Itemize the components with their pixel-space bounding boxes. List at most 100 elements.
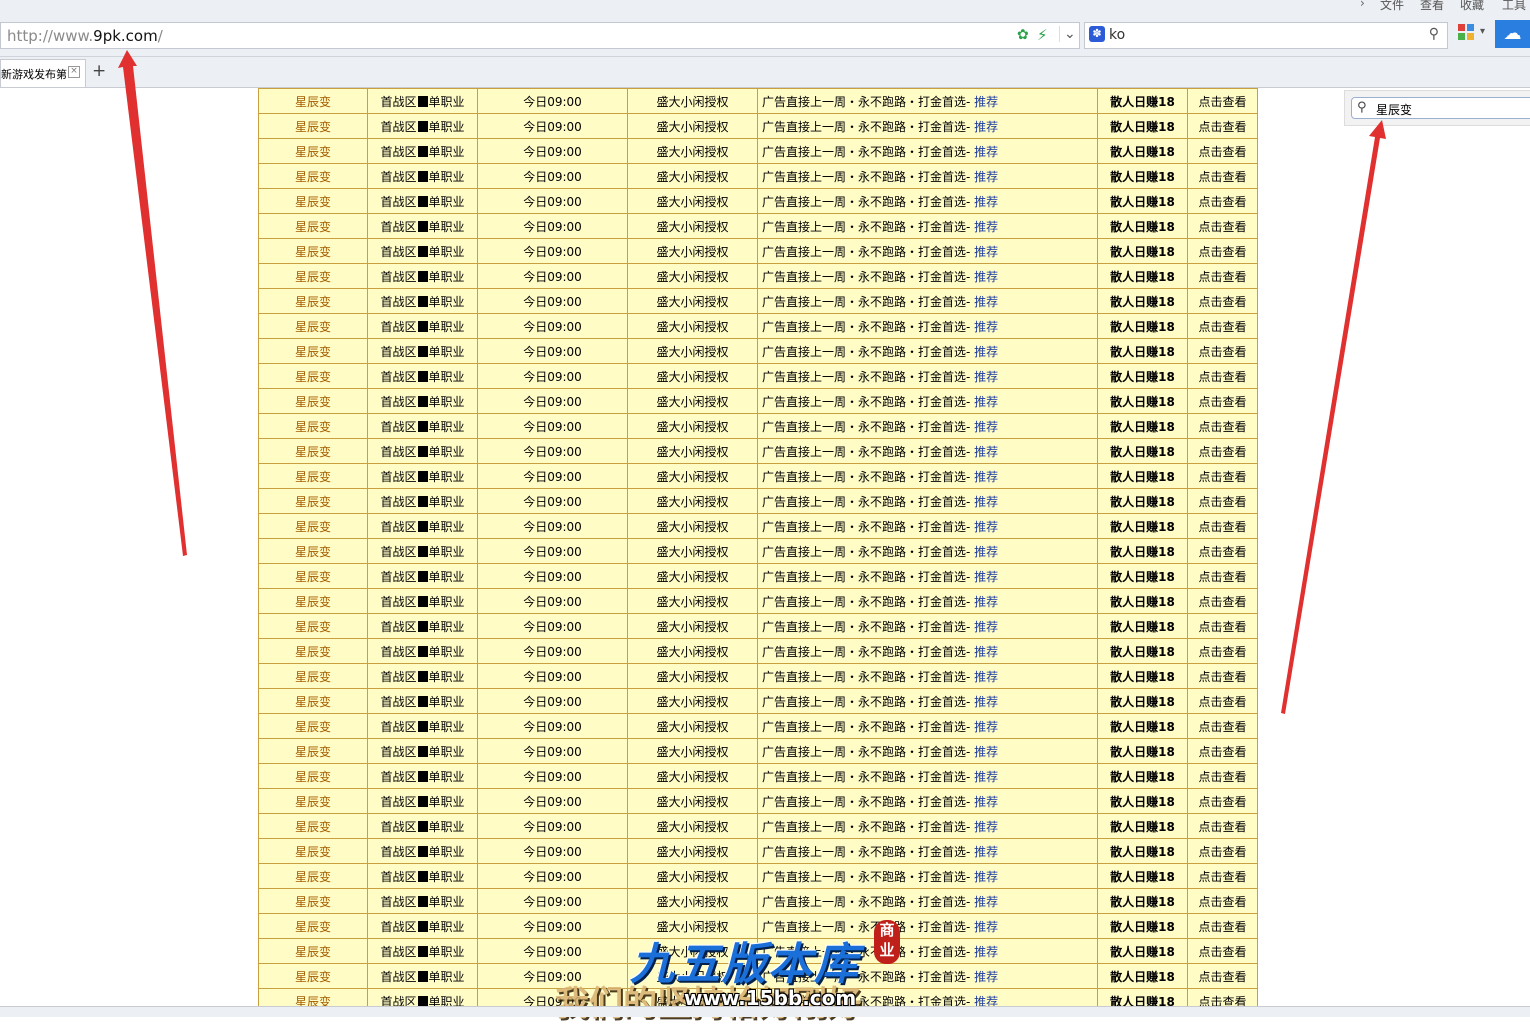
table-row[interactable]: 星辰变 首战区 单职业 今日09:00 盛大小闲授权 广告直接上一周・永不跑路・打金首选-… — [258, 188, 1258, 214]
table-row[interactable]: 星辰变 首战区 单职业 今日09:00 盛大小闲授权 广告直接上一周・永不跑路・打金首选-… — [258, 113, 1258, 139]
view-link[interactable]: 点击查看 — [1187, 513, 1258, 539]
server-name[interactable]: 星辰变 — [258, 313, 368, 339]
server-description[interactable]: 广告直接上一周・永不跑路・打金首选- 推荐 — [757, 738, 1098, 764]
view-link[interactable]: 点击查看 — [1187, 863, 1258, 889]
apps-dropdown-icon[interactable]: ▾ — [1480, 26, 1485, 37]
server-description[interactable]: 广告直接上一周・永不跑路・打金首选- 推荐 — [757, 613, 1098, 639]
refresh-icon[interactable]: ✿ — [1017, 27, 1029, 43]
table-row[interactable]: 星辰变 首战区 单职业 今日09:00 盛大小闲授权 广告直接上一周・永不跑路・打金首选-… — [258, 838, 1258, 864]
table-row[interactable]: 星辰变 首战区 单职业 今日09:00 盛大小闲授权 广告直接上一周・永不跑路・打金首选-… — [258, 763, 1258, 789]
view-link[interactable]: 点击查看 — [1187, 713, 1258, 739]
server-description[interactable]: 广告直接上一周・永不跑路・打金首选- 推荐 — [757, 138, 1098, 164]
server-name[interactable]: 星辰变 — [258, 613, 368, 639]
server-name[interactable]: 星辰变 — [258, 288, 368, 314]
table-row[interactable]: 星辰变 首战区 单职业 今日09:00 盛大小闲授权 广告直接上一周・永不跑路・打金首选-… — [258, 413, 1258, 439]
server-name[interactable]: 星辰变 — [258, 363, 368, 389]
server-description[interactable]: 广告直接上一周・永不跑路・打金首选- 推荐 — [757, 688, 1098, 714]
chevron-right-icon[interactable]: › — [1360, 0, 1365, 10]
new-tab-button[interactable]: + — [92, 61, 106, 81]
view-link[interactable]: 点击查看 — [1187, 413, 1258, 439]
view-link[interactable]: 点击查看 — [1187, 288, 1258, 314]
server-name[interactable]: 星辰变 — [258, 263, 368, 289]
server-name[interactable]: 星辰变 — [258, 463, 368, 489]
table-row[interactable]: 星辰变 首战区 单职业 今日09:00 盛大小闲授权 广告直接上一周・永不跑路・打金首选-… — [258, 588, 1258, 614]
server-name[interactable]: 星辰变 — [258, 713, 368, 739]
baidu-paw-icon[interactable]: ✽ — [1089, 26, 1105, 42]
table-row[interactable]: 星辰变 首战区 单职业 今日09:00 盛大小闲授权 广告直接上一周・永不跑路・打金首选-… — [258, 313, 1258, 339]
view-link[interactable]: 点击查看 — [1187, 813, 1258, 839]
server-description[interactable]: 广告直接上一周・永不跑路・打金首选- 推荐 — [757, 638, 1098, 664]
view-link[interactable]: 点击查看 — [1187, 688, 1258, 714]
table-row[interactable]: 星辰变 首战区 单职业 今日09:00 盛大小闲授权 广告直接上一周・永不跑路・打金首选-… — [258, 388, 1258, 414]
server-name[interactable]: 星辰变 — [258, 213, 368, 239]
server-name[interactable]: 星辰变 — [258, 663, 368, 689]
server-description[interactable]: 广告直接上一周・永不跑路・打金首选- 推荐 — [757, 888, 1098, 914]
server-name[interactable]: 星辰变 — [258, 163, 368, 189]
table-row[interactable]: 星辰变 首战区 单职业 今日09:00 盛大小闲授权 广告直接上一周・永不跑路・打金首选-… — [258, 438, 1258, 464]
search-input[interactable]: ko — [1109, 27, 1125, 43]
server-name[interactable]: 星辰变 — [258, 388, 368, 414]
server-description[interactable]: 广告直接上一周・永不跑路・打金首选- 推荐 — [757, 588, 1098, 614]
server-description[interactable]: 广告直接上一周・永不跑路・打金首选- 推荐 — [757, 413, 1098, 439]
view-link[interactable]: 点击查看 — [1187, 888, 1258, 914]
table-row[interactable]: 星辰变 首战区 单职业 今日09:00 盛大小闲授权 广告直接上一周・永不跑路・打金首选-… — [258, 88, 1258, 114]
server-name[interactable]: 星辰变 — [258, 688, 368, 714]
server-description[interactable]: 广告直接上一周・永不跑路・打金首选- 推荐 — [757, 113, 1098, 139]
server-name[interactable]: 星辰变 — [258, 438, 368, 464]
view-link[interactable]: 点击查看 — [1187, 538, 1258, 564]
server-description[interactable]: 广告直接上一周・永不跑路・打金首选- 推荐 — [757, 813, 1098, 839]
view-link[interactable]: 点击查看 — [1187, 163, 1258, 189]
view-link[interactable]: 点击查看 — [1187, 663, 1258, 689]
server-description[interactable]: 广告直接上一周・永不跑路・打金首选- 推荐 — [757, 863, 1098, 889]
server-description[interactable]: 广告直接上一周・永不跑路・打金首选- 推荐 — [757, 788, 1098, 814]
server-name[interactable]: 星辰变 — [258, 138, 368, 164]
server-name[interactable]: 星辰变 — [258, 488, 368, 514]
address-bar[interactable]: http://www.9pk.com/ ✿ ⚡ ⌄ — [0, 22, 1080, 49]
table-row[interactable]: 星辰变 首战区 单职业 今日09:00 盛大小闲授权 广告直接上一周・永不跑路・打金首选-… — [258, 263, 1258, 289]
table-row[interactable]: 星辰变 首战区 单职业 今日09:00 盛大小闲授权 广告直接上一周・永不跑路・打金首选-… — [258, 863, 1258, 889]
server-name[interactable]: 星辰变 — [258, 938, 368, 964]
table-row[interactable]: 星辰变 首战区 单职业 今日09:00 盛大小闲授权 广告直接上一周・永不跑路・打金首选-… — [258, 363, 1258, 389]
server-description[interactable]: 广告直接上一周・永不跑路・打金首选- 推荐 — [757, 763, 1098, 789]
server-name[interactable]: 星辰变 — [258, 788, 368, 814]
server-name[interactable]: 星辰变 — [258, 563, 368, 589]
view-link[interactable]: 点击查看 — [1187, 388, 1258, 414]
table-row[interactable]: 星辰变 首战区 单职业 今日09:00 盛大小闲授权 广告直接上一周・永不跑路・打金首选-… — [258, 738, 1258, 764]
view-link[interactable]: 点击查看 — [1187, 763, 1258, 789]
table-row[interactable]: 星辰变 首战区 单职业 今日09:00 盛大小闲授权 广告直接上一周・永不跑路・打金首选-… — [258, 488, 1258, 514]
table-row[interactable]: 星辰变 首战区 单职业 今日09:00 盛大小闲授权 广告直接上一周・永不跑路・打金首选-… — [258, 463, 1258, 489]
table-row[interactable]: 星辰变 首战区 单职业 今日09:00 盛大小闲授权 广告直接上一周・永不跑路・打金首选-… — [258, 338, 1258, 364]
server-name[interactable]: 星辰变 — [258, 238, 368, 264]
server-description[interactable]: 广告直接上一周・永不跑路・打金首选- 推荐 — [757, 663, 1098, 689]
view-link[interactable]: 点击查看 — [1187, 88, 1258, 114]
view-link[interactable]: 点击查看 — [1187, 213, 1258, 239]
menu-tools[interactable]: 工具 — [1502, 0, 1526, 13]
menu-view[interactable]: 查看 — [1420, 0, 1444, 13]
tab-active[interactable]: 新游戏发布第 × — [0, 59, 86, 87]
view-link[interactable]: 点击查看 — [1187, 313, 1258, 339]
view-link[interactable]: 点击查看 — [1187, 438, 1258, 464]
view-link[interactable]: 点击查看 — [1187, 363, 1258, 389]
table-row[interactable]: 星辰变 首战区 单职业 今日09:00 盛大小闲授权 广告直接上一周・永不跑路・打金首选-… — [258, 788, 1258, 814]
server-name[interactable]: 星辰变 — [258, 763, 368, 789]
table-row[interactable]: 星辰变 首战区 单职业 今日09:00 盛大小闲授权 广告直接上一周・永不跑路・打金首选-… — [258, 888, 1258, 914]
server-name[interactable]: 星辰变 — [258, 838, 368, 864]
view-link[interactable]: 点击查看 — [1187, 913, 1258, 939]
server-name[interactable]: 星辰变 — [258, 638, 368, 664]
menu-file[interactable]: 文件 — [1380, 0, 1404, 13]
server-description[interactable]: 广告直接上一周・永不跑路・打金首选- 推荐 — [757, 188, 1098, 214]
server-description[interactable]: 广告直接上一周・永不跑路・打金首选- 推荐 — [757, 388, 1098, 414]
server-description[interactable]: 广告直接上一周・永不跑路・打金首选- 推荐 — [757, 488, 1098, 514]
server-description[interactable]: 广告直接上一周・永不跑路・打金首选- 推荐 — [757, 538, 1098, 564]
server-name[interactable]: 星辰变 — [258, 863, 368, 889]
table-row[interactable]: 星辰变 首战区 单职业 今日09:00 盛大小闲授权 广告直接上一周・永不跑路・打金首选-… — [258, 238, 1258, 264]
view-link[interactable]: 点击查看 — [1187, 788, 1258, 814]
view-link[interactable]: 点击查看 — [1187, 613, 1258, 639]
server-description[interactable]: 广告直接上一周・永不跑路・打金首选- 推荐 — [757, 313, 1098, 339]
view-link[interactable]: 点击查看 — [1187, 588, 1258, 614]
server-description[interactable]: 广告直接上一周・永不跑路・打金首选- 推荐 — [757, 213, 1098, 239]
table-row[interactable]: 星辰变 首战区 单职业 今日09:00 盛大小闲授权 广告直接上一周・永不跑路・打金首选-… — [258, 688, 1258, 714]
view-link[interactable]: 点击查看 — [1187, 238, 1258, 264]
close-tab-icon[interactable]: × — [68, 66, 80, 78]
server-name[interactable]: 星辰变 — [258, 738, 368, 764]
